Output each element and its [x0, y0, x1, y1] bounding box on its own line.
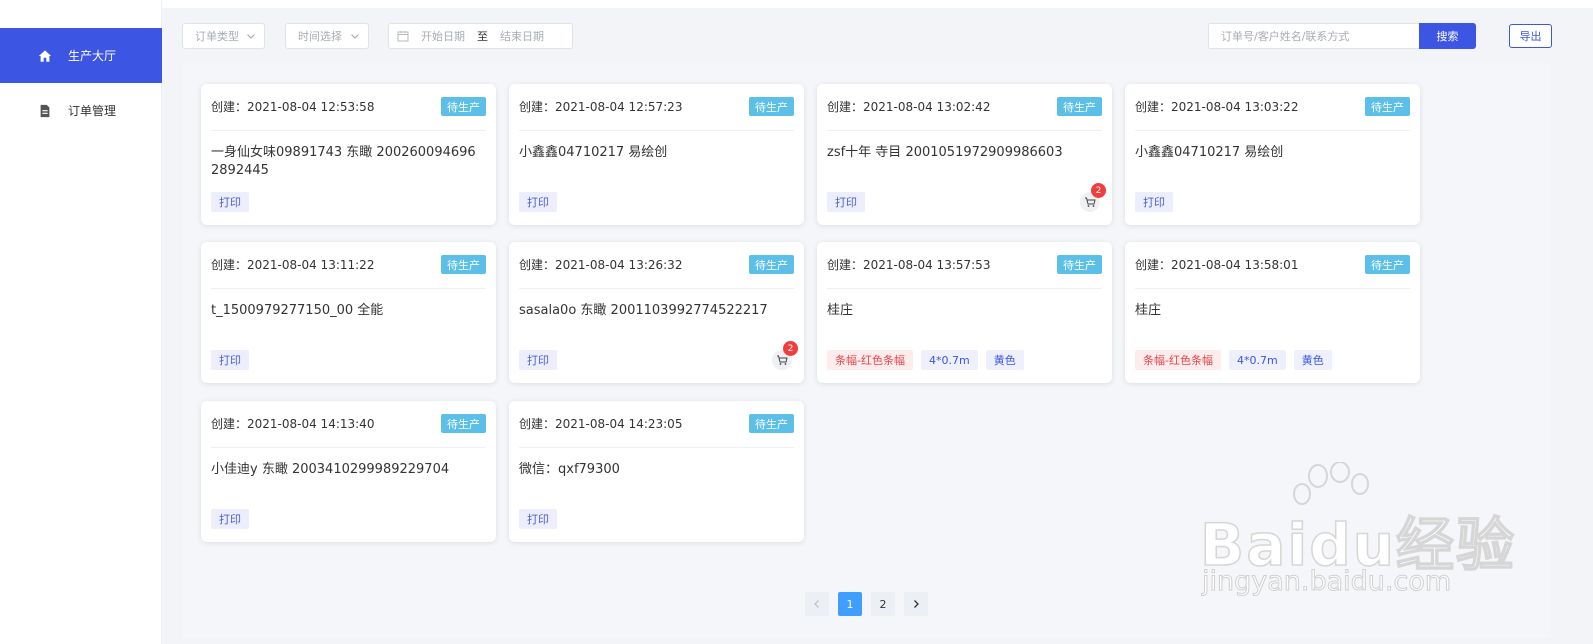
- print-button[interactable]: 打印: [211, 192, 249, 212]
- cart-button[interactable]: 2: [772, 341, 798, 370]
- customer-info: sasala0o 东瞰 2001103992774522217: [519, 303, 768, 318]
- prev-page-button[interactable]: [805, 592, 829, 616]
- created-time: 创建：2021-08-04 14:13:40: [211, 417, 375, 431]
- chevron-left-icon: [814, 600, 819, 608]
- customer-info: 微信：qxf79300: [519, 462, 620, 477]
- order-card[interactable]: 创建：2021-08-04 13:02:42 待生产 zsf十年 寺目 2001…: [817, 84, 1112, 225]
- divider: [1135, 130, 1410, 131]
- chevron-right-icon: [914, 600, 919, 608]
- page-button-2[interactable]: 2: [871, 592, 895, 616]
- created-time: 创建：2021-08-04 14:23:05: [519, 417, 683, 431]
- order-card[interactable]: 创建：2021-08-04 13:03:22 待生产 小鑫鑫04710217 易…: [1125, 84, 1420, 225]
- divider: [211, 288, 486, 289]
- created-time: 创建：2021-08-04 12:53:58: [211, 100, 375, 114]
- size-tag: 4*0.7m: [1228, 350, 1286, 370]
- customer-info: 小鑫鑫04710217 易绘创: [519, 145, 668, 160]
- customer-info: 桂庄: [827, 303, 854, 318]
- order-card[interactable]: 创建：2021-08-04 13:26:32 待生产 sasala0o 东瞰 2…: [509, 242, 804, 383]
- created-time: 创建：2021-08-04 12:57:23: [519, 100, 683, 114]
- status-badge: 待生产: [1057, 255, 1102, 274]
- cart-count-badge: 2: [1091, 183, 1106, 198]
- print-button[interactable]: 打印: [211, 350, 249, 370]
- customer-info: t_1500979277150_00 全能: [211, 303, 384, 318]
- created-time: 创建：2021-08-04 13:11:22: [211, 258, 375, 272]
- search-button[interactable]: 搜索: [1419, 23, 1476, 49]
- watermark-url: jingyan.baidu.com: [1201, 566, 1452, 598]
- color-tag: 黄色: [1293, 350, 1332, 370]
- order-card[interactable]: 创建：2021-08-04 12:53:58 待生产 一身仙女味09891743…: [201, 84, 496, 225]
- export-button[interactable]: 导出: [1509, 24, 1552, 48]
- color-tag: 黄色: [985, 350, 1024, 370]
- customer-info: 小鑫鑫04710217 易绘创: [1135, 145, 1284, 160]
- sidebar-item-label: 生产大厅: [68, 49, 117, 63]
- divider: [1135, 288, 1410, 289]
- status-badge: 待生产: [749, 255, 794, 274]
- order-card[interactable]: 创建：2021-08-04 13:57:53 待生产 桂庄 条幅-红色条幅 4*…: [817, 242, 1112, 383]
- created-time: 创建：2021-08-04 13:57:53: [827, 258, 991, 272]
- end-date-input[interactable]: 结束日期: [500, 28, 544, 44]
- created-time: 创建：2021-08-04 13:03:22: [1135, 100, 1299, 114]
- size-tag: 4*0.7m: [920, 350, 978, 370]
- sidebar: 生产大厅 订单管理: [0, 0, 162, 644]
- search-input[interactable]: 订单号/客户姓名/联系方式: [1208, 23, 1419, 49]
- customer-info: 一身仙女味09891743 东瞰 2002600946962892445: [211, 145, 476, 178]
- home-icon: [38, 49, 52, 62]
- order-card[interactable]: 创建：2021-08-04 13:58:01 待生产 桂庄 条幅-红色条幅 4*…: [1125, 242, 1420, 383]
- status-badge: 待生产: [1365, 255, 1410, 274]
- customer-info: 小佳迪y 东瞰 2003410299989229704: [211, 462, 450, 477]
- search-placeholder: 订单号/客户姓名/联系方式: [1221, 30, 1350, 43]
- product-tag: 条幅-红色条幅: [827, 350, 913, 370]
- document-icon: [40, 104, 50, 117]
- divider: [519, 447, 794, 448]
- divider: [519, 130, 794, 131]
- chevron-down-icon: [247, 34, 255, 39]
- order-type-label: 订单类型: [195, 30, 239, 43]
- created-time: 创建：2021-08-04 13:58:01: [1135, 258, 1299, 272]
- divider: [211, 447, 486, 448]
- status-badge: 待生产: [441, 255, 486, 274]
- sidebar-item-production-hall[interactable]: 生产大厅: [0, 28, 162, 83]
- chevron-down-icon: [351, 34, 359, 39]
- cart-count-badge: 2: [783, 341, 798, 356]
- order-card[interactable]: 创建：2021-08-04 12:57:23 待生产 小鑫鑫04710217 易…: [509, 84, 804, 225]
- order-card[interactable]: 创建：2021-08-04 14:13:40 待生产 小佳迪y 东瞰 20034…: [201, 401, 496, 542]
- print-button[interactable]: 打印: [1135, 192, 1173, 212]
- cart-button[interactable]: 2: [1080, 183, 1106, 212]
- next-page-button[interactable]: [904, 592, 928, 616]
- status-badge: 待生产: [1365, 97, 1410, 116]
- sidebar-item-order-management[interactable]: 订单管理: [0, 83, 162, 138]
- time-select[interactable]: 时间选择: [285, 23, 369, 49]
- created-time: 创建：2021-08-04 13:02:42: [827, 100, 991, 114]
- customer-info: zsf十年 寺目 2001051972909986603: [827, 145, 1063, 160]
- sidebar-item-label: 订单管理: [68, 104, 117, 118]
- page-button-1[interactable]: 1: [838, 592, 862, 616]
- calendar-icon: [397, 31, 409, 42]
- cart-icon: [777, 355, 788, 365]
- date-range-separator: 至: [477, 30, 488, 43]
- print-button[interactable]: 打印: [519, 192, 557, 212]
- divider: [211, 130, 486, 131]
- status-badge: 待生产: [441, 414, 486, 433]
- print-button[interactable]: 打印: [827, 192, 865, 212]
- time-select-label: 时间选择: [298, 30, 342, 43]
- start-date-input[interactable]: 开始日期: [421, 28, 465, 44]
- status-badge: 待生产: [749, 414, 794, 433]
- status-badge: 待生产: [441, 97, 486, 116]
- created-time: 创建：2021-08-04 13:26:32: [519, 258, 683, 272]
- divider: [827, 130, 1102, 131]
- status-badge: 待生产: [1057, 97, 1102, 116]
- product-tag: 条幅-红色条幅: [1135, 350, 1221, 370]
- print-button[interactable]: 打印: [211, 509, 249, 529]
- print-button[interactable]: 打印: [519, 509, 557, 529]
- customer-info: 桂庄: [1135, 303, 1162, 318]
- order-card[interactable]: 创建：2021-08-04 13:11:22 待生产 t_15009792771…: [201, 242, 496, 383]
- cart-icon: [1085, 197, 1096, 207]
- date-range-picker[interactable]: 开始日期 至 结束日期: [388, 23, 573, 49]
- divider: [519, 288, 794, 289]
- order-card[interactable]: 创建：2021-08-04 14:23:05 待生产 微信：qxf79300 打…: [509, 401, 804, 542]
- order-type-select[interactable]: 订单类型: [182, 23, 265, 49]
- print-button[interactable]: 打印: [519, 350, 557, 370]
- divider: [827, 288, 1102, 289]
- status-badge: 待生产: [749, 97, 794, 116]
